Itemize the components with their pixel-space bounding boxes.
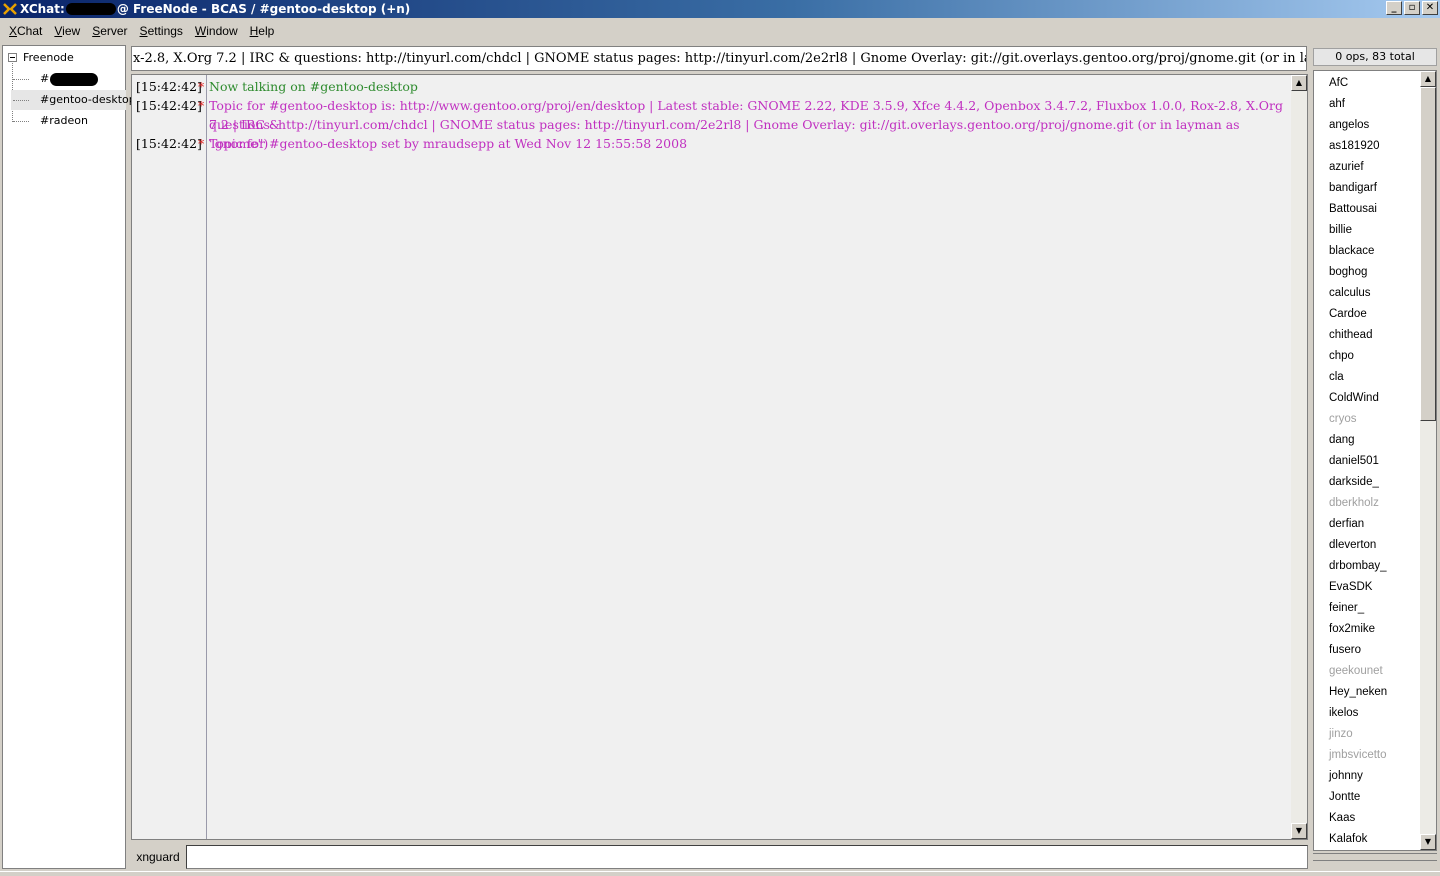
user-list-item[interactable]: drbombay_ (1329, 559, 1387, 573)
user-list-item[interactable]: azurief (1329, 160, 1364, 174)
user-list-item[interactable]: dberkholz (1329, 496, 1379, 510)
window-title: XChat: @ FreeNode - BCAS / #gentoo-deskt… (20, 2, 411, 16)
menu-view[interactable]: View (48, 24, 86, 38)
tree-server-freenode[interactable]: Freenode (23, 51, 74, 64)
scroll-down-icon[interactable]: ▼ (1420, 834, 1436, 850)
user-list-item[interactable]: derfian (1329, 517, 1364, 531)
user-list-item[interactable]: jinzo (1329, 727, 1353, 741)
minimize-button[interactable]: _ (1386, 1, 1402, 15)
user-list-item[interactable]: cla (1329, 370, 1344, 384)
scroll-up-icon[interactable]: ▲ (1420, 71, 1436, 87)
menu-settings[interactable]: Settings (134, 24, 189, 38)
menu-window[interactable]: Window (189, 24, 244, 38)
user-list-item[interactable]: fox2mike (1329, 622, 1375, 636)
user-list-item[interactable]: boghog (1329, 265, 1367, 279)
scroll-down-icon[interactable]: ▼ (1291, 823, 1307, 839)
channel-tree: Freenode # #gentoo-desktop #radeon (2, 45, 136, 869)
userlist-scroll-thumb[interactable] (1420, 87, 1436, 421)
xchat-app-icon (2, 1, 18, 17)
scroll-up-icon[interactable]: ▲ (1291, 75, 1307, 91)
tree-channel-redacted[interactable]: # (40, 72, 99, 86)
user-list-item[interactable]: Hey_neken (1329, 685, 1387, 699)
user-list-item[interactable]: chithead (1329, 328, 1372, 342)
userlist-scrollbar[interactable]: ▲ ▼ (1420, 71, 1436, 850)
menu-bar: XChat View Server Settings Window Help (0, 20, 1440, 42)
nick-button[interactable]: xnguard (131, 845, 185, 869)
user-list-item[interactable]: dang (1329, 433, 1355, 447)
user-list-item[interactable]: daniel501 (1329, 454, 1379, 468)
tree-channel-gentoo-desktop[interactable]: #gentoo-desktop (40, 93, 136, 106)
tree-channel-radeon[interactable]: #radeon (40, 114, 88, 127)
topic-bar[interactable]: x-2.8, X.Org 7.2 | IRC & questions: http… (131, 46, 1307, 71)
user-list-item[interactable]: blackace (1329, 244, 1374, 258)
user-list-item[interactable]: jmbsvicetto (1329, 748, 1387, 762)
user-list-item[interactable]: geekounet (1329, 664, 1383, 678)
user-list-item[interactable]: dleverton (1329, 538, 1376, 552)
user-list-item[interactable]: Kalafok (1329, 832, 1367, 846)
user-list-item[interactable]: Cardoe (1329, 307, 1367, 321)
message-input[interactable] (186, 845, 1308, 869)
user-list-item[interactable]: Battousai (1329, 202, 1377, 216)
userlist-header: 0 ops, 83 total (1313, 48, 1437, 66)
title-bar: XChat: @ FreeNode - BCAS / #gentoo-deskt… (0, 0, 1440, 18)
restore-button[interactable]: ▫ (1404, 1, 1420, 15)
user-list-item[interactable]: fusero (1329, 643, 1361, 657)
menu-server[interactable]: Server (86, 24, 133, 38)
redacted-nick (65, 3, 116, 15)
menu-help[interactable]: Help (244, 24, 281, 38)
chat-window[interactable]: [15:42:42] * Now talking on #gentoo-desk… (131, 74, 1308, 840)
collapse-icon[interactable] (8, 53, 17, 62)
user-list-item[interactable]: Kaas (1329, 811, 1355, 825)
close-button[interactable]: ✕ (1422, 1, 1438, 15)
user-list-item[interactable]: calculus (1329, 286, 1371, 300)
user-list-item[interactable]: johnny (1329, 769, 1363, 783)
user-list-item[interactable]: darkside_ (1329, 475, 1379, 489)
userlist-buttons-bar (1313, 853, 1437, 861)
user-list-item[interactable]: EvaSDK (1329, 580, 1372, 594)
user-list[interactable]: AfC ahf angelos as181920 azurief bandigarf Bat… (1313, 70, 1437, 851)
redacted-channel-name (50, 72, 99, 86)
user-list-item[interactable]: ColdWind (1329, 391, 1379, 405)
user-list-item[interactable]: billie (1329, 223, 1352, 237)
user-list-item[interactable]: cryos (1329, 412, 1356, 426)
user-list-item[interactable]: chpo (1329, 349, 1354, 363)
menu-xchat[interactable]: XChat (3, 24, 48, 38)
user-list-item[interactable]: feiner_ (1329, 601, 1364, 615)
user-list-item[interactable]: as181920 (1329, 139, 1380, 153)
user-list-item[interactable]: bandigarf (1329, 181, 1377, 195)
chat-scrollbar[interactable]: ▲ ▼ (1291, 75, 1307, 839)
user-list-item[interactable]: angelos (1329, 118, 1369, 132)
user-list-item[interactable]: ikelos (1329, 706, 1358, 720)
user-list-item[interactable]: Jontte (1329, 790, 1360, 804)
user-list-item[interactable]: ahf (1329, 97, 1345, 111)
timestamp-separator (206, 75, 207, 839)
status-line (0, 871, 1440, 876)
user-list-item[interactable]: AfC (1329, 76, 1348, 90)
